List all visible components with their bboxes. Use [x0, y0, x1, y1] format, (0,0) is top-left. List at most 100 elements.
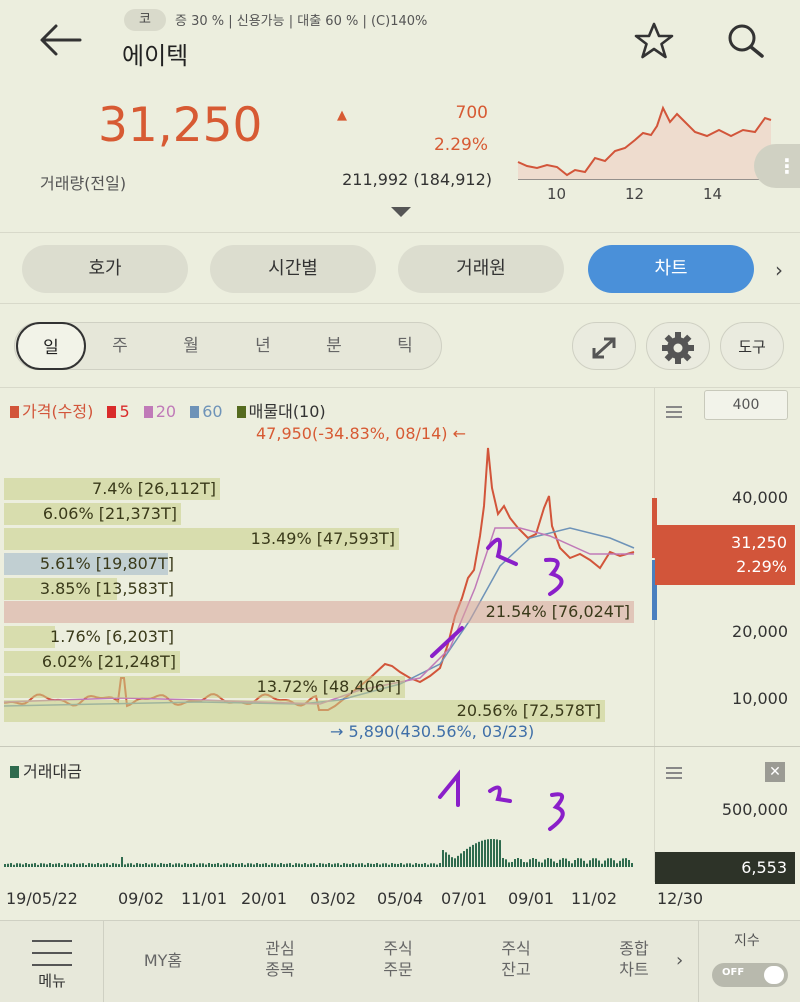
volume-bar	[175, 863, 177, 867]
market-badge: 코	[124, 9, 166, 31]
x-tick: 11/02	[571, 889, 618, 908]
volume-bar	[463, 851, 465, 867]
volume-bar	[466, 848, 468, 867]
period-tick[interactable]: 틱	[375, 331, 435, 361]
volume-bar	[289, 863, 291, 867]
nav-watchlist[interactable]: 관심 종목	[240, 938, 320, 980]
volume-bar	[472, 844, 474, 867]
volume-bar	[526, 862, 528, 867]
volume-bar	[340, 864, 342, 867]
volume-bar	[442, 850, 444, 867]
volume-bar	[109, 864, 111, 867]
close-icon[interactable]: ✕	[765, 762, 785, 782]
volume-bar	[286, 863, 288, 867]
x-tick: 07/01	[441, 889, 488, 908]
volume-bar	[103, 863, 105, 867]
volume-bar	[274, 863, 276, 867]
search-icon[interactable]	[722, 20, 768, 60]
mini-x-tick: 12	[625, 185, 645, 203]
volume-bar	[454, 858, 456, 867]
volume-bar	[343, 863, 345, 867]
volume-bar	[367, 863, 369, 867]
chevron-right-icon[interactable]: ›	[676, 950, 683, 971]
volume-bar	[10, 863, 12, 867]
expand-button[interactable]	[572, 322, 636, 370]
volume-bar	[55, 863, 57, 867]
tab-chart[interactable]: 차트	[588, 245, 754, 293]
volume-bar	[514, 859, 516, 867]
volume-bar	[211, 863, 213, 867]
volume-bar	[493, 839, 495, 867]
nav-label: 잔고	[501, 960, 531, 979]
volume-bar	[391, 863, 393, 867]
period-minute[interactable]: 분	[304, 331, 364, 361]
period-year[interactable]: 년	[233, 331, 293, 361]
back-arrow-icon[interactable]	[36, 20, 86, 60]
menu-button[interactable]: 메뉴	[0, 920, 104, 1002]
volume-bar	[622, 858, 624, 867]
volume-bar	[52, 864, 54, 867]
volume-bar	[601, 863, 603, 867]
volume-bar	[181, 864, 183, 867]
period-month[interactable]: 월	[161, 331, 221, 361]
volume-bar	[541, 862, 543, 867]
price-change-pct: 2.29%	[433, 135, 488, 155]
volume-bar	[610, 858, 612, 867]
volume-profile-label: 13.72% [48,406T]	[256, 677, 401, 696]
volume-bar	[265, 863, 267, 867]
toggle-knob	[764, 966, 784, 984]
handwritten-markup	[430, 537, 564, 658]
tools-button[interactable]: 도구	[720, 322, 784, 370]
volume-bar	[46, 864, 48, 867]
volume-bar	[76, 864, 78, 867]
volume-bar	[568, 861, 570, 867]
volume-bar	[565, 858, 567, 867]
chevron-down-icon[interactable]	[390, 206, 412, 218]
menu-icon[interactable]	[664, 766, 684, 780]
volume-bar	[115, 863, 117, 867]
volume-bar	[331, 864, 333, 867]
period-day[interactable]: 일	[16, 322, 86, 370]
y-axis-count-box[interactable]: 400	[704, 390, 788, 420]
volume-profile-label: 13.49% [47,593T]	[250, 529, 395, 548]
volume-bar	[355, 864, 357, 867]
volume-bar	[28, 864, 30, 867]
volume-bar	[370, 863, 372, 867]
volume-legend-swatch	[10, 766, 19, 778]
current-volume-tag: 6,553	[655, 852, 795, 884]
volume-bar	[403, 864, 405, 867]
volume-bar	[406, 863, 408, 867]
volume-bar	[502, 858, 504, 867]
nav-total-chart[interactable]: 종합 차트	[594, 938, 674, 980]
tab-time[interactable]: 시간별	[210, 245, 376, 293]
volume-bar	[325, 864, 327, 867]
volume-bar	[544, 859, 546, 867]
volume-bar	[112, 863, 114, 867]
volume-bar	[499, 840, 501, 867]
nav-my-home[interactable]: MY홈	[125, 950, 201, 971]
volume-bar	[415, 863, 417, 867]
volume-bar	[352, 863, 354, 867]
low-annotation: → 5,890(430.56%, 03/23)	[330, 722, 535, 741]
volume-bar	[304, 863, 306, 867]
volume-bar	[280, 863, 282, 867]
tab-broker[interactable]: 거래원	[398, 245, 564, 293]
volume-bar	[208, 863, 210, 867]
volume-bar	[616, 863, 618, 867]
period-week[interactable]: 주	[90, 331, 150, 361]
tab-orderbook[interactable]: 호가	[22, 245, 188, 293]
chevron-right-icon[interactable]: ›	[775, 258, 783, 282]
settings-button[interactable]	[646, 322, 710, 370]
star-icon[interactable]	[630, 20, 678, 60]
nav-stock-balance[interactable]: 주식 잔고	[476, 938, 556, 980]
volume-bar	[481, 840, 483, 867]
nav-stock-order[interactable]: 주식 주문	[358, 938, 438, 980]
volume-bar	[337, 863, 339, 867]
nav-label: 종목	[265, 960, 295, 979]
volume-bar	[400, 863, 402, 867]
volume-bar	[172, 864, 174, 867]
menu-icon[interactable]	[664, 405, 684, 419]
volume-bar	[397, 863, 399, 867]
nav-label: 관심	[265, 939, 295, 958]
more-menu-button[interactable]: ⋮	[754, 144, 800, 188]
